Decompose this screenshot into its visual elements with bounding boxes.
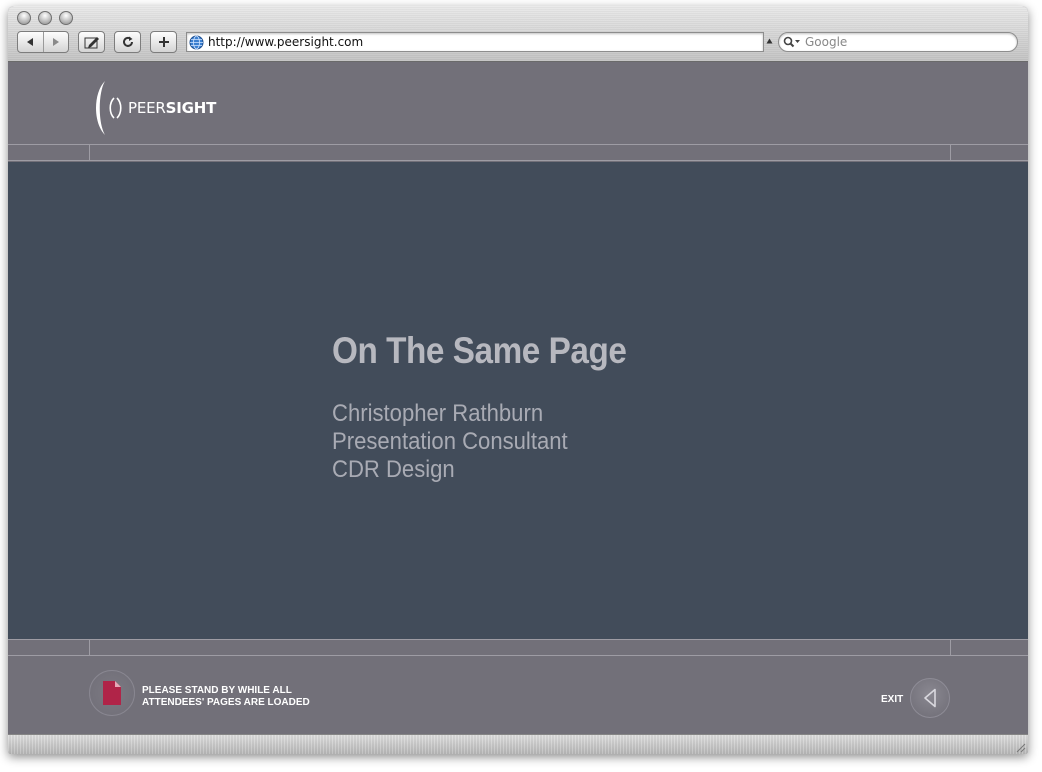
reload-button[interactable] <box>114 31 141 53</box>
browser-window: http://www.peersight.com Google PEERSIGH <box>8 6 1028 754</box>
webpage: PEERSIGHT On The Same Page Christopher R… <box>8 62 1028 734</box>
url-history-icon[interactable] <box>766 38 773 44</box>
logo-text-thin: PEER <box>128 99 166 117</box>
status-bar <box>8 734 1028 754</box>
back-forward-group <box>17 31 69 53</box>
eye-logo-icon <box>96 81 122 135</box>
logo-text-bold: SIGHT <box>165 99 217 117</box>
presenter-company: CDR Design <box>332 456 455 483</box>
browser-toolbar: http://www.peersight.com Google <box>8 6 1028 62</box>
triangle-left-icon <box>924 688 936 708</box>
exit-label: EXIT <box>881 694 904 705</box>
presenter-role: Presentation Consultant <box>332 428 568 455</box>
divider-tick <box>950 640 951 655</box>
url-text: http://www.peersight.com <box>208 35 364 49</box>
bottom-divider-band <box>8 639 1028 656</box>
document-button[interactable] <box>89 670 135 716</box>
document-icon <box>103 681 121 705</box>
site-header: PEERSIGHT <box>8 62 1028 144</box>
presentation-slide: On The Same Page Christopher Rathburn Pr… <box>8 162 1028 639</box>
divider-tick <box>89 640 90 655</box>
peersight-logo[interactable]: PEERSIGHT <box>92 79 216 137</box>
divider-tick <box>950 145 951 160</box>
add-bookmark-button[interactable] <box>150 31 177 53</box>
pencil-icon <box>84 37 99 49</box>
logo-text: PEERSIGHT <box>128 99 216 117</box>
search-field[interactable]: Google <box>778 32 1018 52</box>
plus-icon <box>158 37 169 47</box>
presenter-name: Christopher Rathburn <box>332 400 544 427</box>
slide-title: On The Same Page <box>332 330 627 371</box>
search-placeholder: Google <box>805 35 848 49</box>
forward-arrow-icon <box>52 38 59 46</box>
reload-icon <box>122 36 133 47</box>
minimize-window-button[interactable] <box>38 11 52 25</box>
magnifier-icon[interactable] <box>783 36 801 48</box>
back-button[interactable] <box>18 32 44 52</box>
back-arrow-icon <box>27 38 34 46</box>
close-window-button[interactable] <box>17 11 31 25</box>
divider-tick <box>89 145 90 160</box>
loading-status-line2: ATTENDEES' PAGES ARE LOADED <box>142 697 310 708</box>
forward-button[interactable] <box>44 32 69 52</box>
exit-button[interactable] <box>910 678 950 718</box>
loading-status-line1: PLEASE STAND BY WHILE ALL <box>142 685 292 696</box>
resize-grip-icon[interactable] <box>1014 741 1026 753</box>
zoom-window-button[interactable] <box>59 11 73 25</box>
top-divider-band <box>8 144 1028 161</box>
presentation-footer: PLEASE STAND BY WHILE ALL ATTENDEES' PAG… <box>8 658 1028 734</box>
globe-icon <box>189 35 204 49</box>
bookmark-button[interactable] <box>78 31 105 53</box>
loading-status: PLEASE STAND BY WHILE ALL ATTENDEES' PAG… <box>142 685 310 709</box>
address-bar[interactable]: http://www.peersight.com <box>186 32 764 52</box>
